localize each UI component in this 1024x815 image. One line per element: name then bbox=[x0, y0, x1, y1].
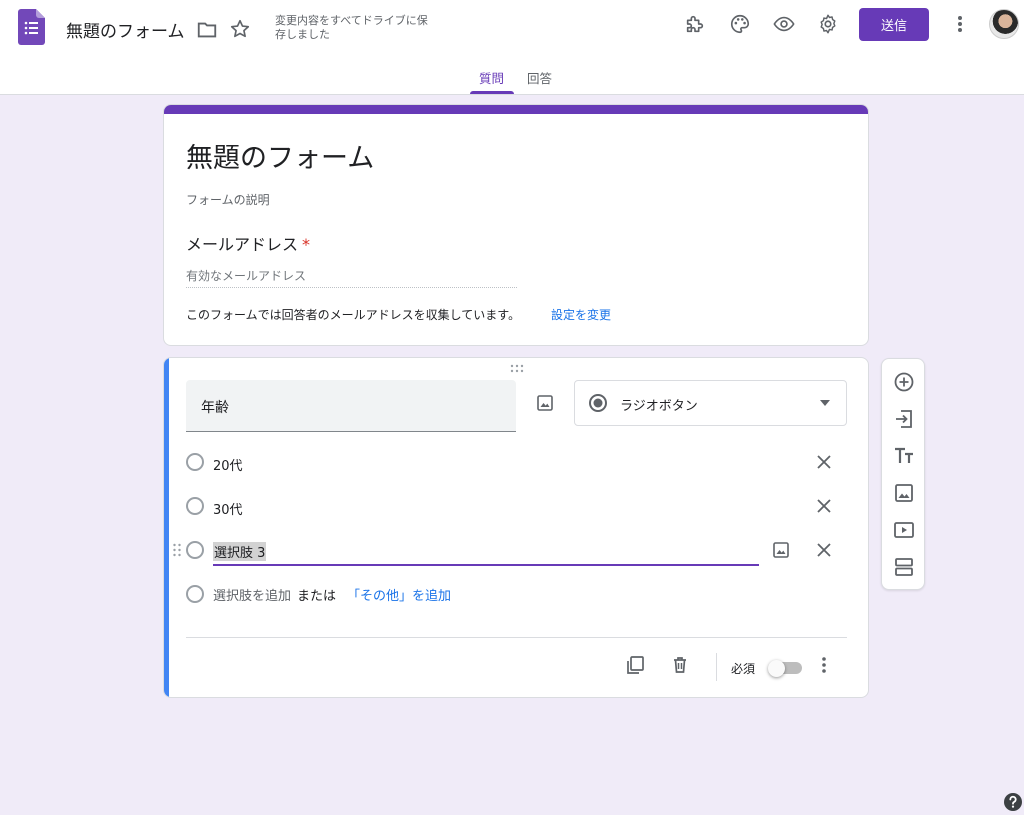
toggle-thumb bbox=[768, 660, 785, 677]
add-section-icon[interactable] bbox=[893, 556, 915, 578]
form-header-card: 無題のフォーム フォームの説明 メールアドレス * 有効なメールアドレス このフォ… bbox=[163, 104, 869, 346]
import-questions-icon[interactable] bbox=[893, 408, 915, 430]
remove-option-icon[interactable] bbox=[817, 499, 831, 513]
duplicate-icon[interactable] bbox=[625, 655, 645, 675]
folder-icon[interactable] bbox=[196, 19, 218, 41]
save-status: 変更内容をすべてドライブに保存しました bbox=[275, 14, 428, 41]
star-icon[interactable] bbox=[229, 18, 251, 40]
settings-icon[interactable] bbox=[817, 13, 839, 35]
email-question-label: メールアドレス * bbox=[186, 235, 311, 254]
doc-title[interactable]: 無題のフォーム bbox=[66, 17, 185, 42]
question-more-icon[interactable] bbox=[816, 655, 832, 675]
question-type-label: ラジオボタン bbox=[620, 399, 698, 414]
add-option-input[interactable]: 選択肢を追加 bbox=[213, 585, 291, 604]
add-question-icon[interactable] bbox=[893, 371, 915, 393]
add-image-icon[interactable] bbox=[893, 482, 915, 504]
option-label[interactable]: 20代 bbox=[213, 455, 243, 474]
footer-separator bbox=[716, 653, 717, 681]
remove-option-icon[interactable] bbox=[817, 543, 831, 557]
question-footer-divider bbox=[186, 637, 847, 638]
dropdown-arrow-icon bbox=[820, 400, 830, 406]
change-settings-link[interactable]: 設定を変更 bbox=[551, 306, 611, 323]
addon-icon[interactable] bbox=[684, 13, 706, 35]
email-field-underline bbox=[186, 287, 517, 288]
delete-icon[interactable] bbox=[670, 655, 690, 675]
form-description-field[interactable]: フォームの説明 bbox=[186, 191, 270, 208]
active-tab-indicator bbox=[470, 91, 514, 94]
send-button[interactable]: 送信 bbox=[859, 8, 929, 41]
option-input-editing[interactable]: 選択肢 3 bbox=[213, 542, 267, 561]
preview-icon[interactable] bbox=[773, 13, 795, 35]
option-focus-underline bbox=[213, 564, 759, 566]
required-mark: * bbox=[302, 235, 311, 254]
app-logo-icon[interactable] bbox=[18, 9, 45, 45]
tab-questions[interactable]: 質問 bbox=[479, 68, 504, 87]
drag-handle-icon[interactable] bbox=[509, 364, 525, 374]
more-vert-icon[interactable] bbox=[950, 13, 970, 35]
question-type-dropdown[interactable]: ラジオボタン bbox=[574, 380, 847, 426]
active-question-indicator bbox=[164, 358, 169, 697]
add-image-icon[interactable] bbox=[536, 394, 554, 412]
collect-email-note: このフォームでは回答者のメールアドレスを収集しています。 bbox=[186, 308, 521, 322]
form-title[interactable]: 無題のフォーム bbox=[186, 136, 374, 175]
or-text: または bbox=[297, 589, 337, 604]
email-placeholder: 有効なメールアドレス bbox=[186, 269, 307, 283]
add-title-icon[interactable] bbox=[893, 445, 915, 467]
avatar[interactable] bbox=[989, 9, 1019, 39]
question-title-input[interactable]: 年齢 bbox=[186, 380, 516, 432]
option-drag-handle-icon[interactable] bbox=[172, 542, 182, 558]
question-card[interactable]: 年齢 ラジオボタン 20代 30代 選択肢 3 選択肢を追加 または 「その他」… bbox=[163, 357, 869, 698]
help-icon[interactable] bbox=[1003, 792, 1023, 812]
tab-responses[interactable]: 回答 bbox=[527, 68, 552, 87]
option-radio bbox=[186, 453, 204, 471]
question-title: 年齢 bbox=[201, 400, 229, 416]
top-bar: 無題のフォーム 変更内容をすべてドライブに保存しました 送信 質問 回答 bbox=[0, 0, 1024, 95]
option-image-icon[interactable] bbox=[772, 541, 790, 559]
side-toolbar bbox=[881, 358, 925, 590]
option-label[interactable]: 30代 bbox=[213, 499, 243, 518]
option-radio bbox=[186, 497, 204, 515]
palette-icon[interactable] bbox=[729, 13, 751, 35]
option-radio bbox=[186, 541, 204, 559]
remove-option-icon[interactable] bbox=[817, 455, 831, 469]
radio-type-icon bbox=[589, 394, 607, 412]
required-toggle[interactable] bbox=[768, 660, 802, 677]
add-video-icon[interactable] bbox=[893, 519, 915, 541]
add-other-link[interactable]: 「その他」を追加 bbox=[347, 585, 451, 604]
required-label: 必須 bbox=[731, 662, 756, 676]
option-radio bbox=[186, 585, 204, 603]
theme-strip bbox=[164, 105, 868, 114]
